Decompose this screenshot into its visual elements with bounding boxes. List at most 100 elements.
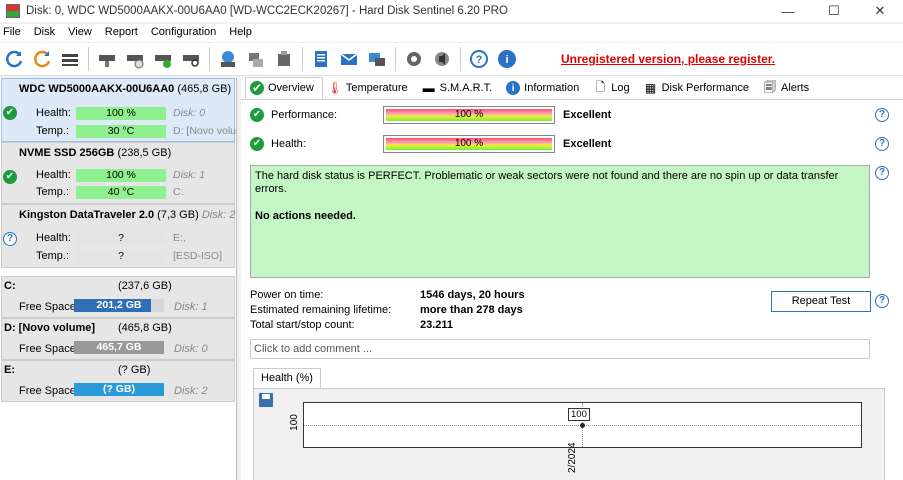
- comment-field[interactable]: Click to add comment ...: [250, 339, 870, 359]
- gear-icon[interactable]: [402, 47, 426, 71]
- tab-bar: ✔ Overview 🌡 Temperature ▬ S.M.A.R.T. i Info…: [245, 77, 818, 99]
- lifetime-row: Estimated remaining lifetime: more than …: [250, 304, 523, 316]
- startstop-row: Total start/stop count: 23.211: [250, 319, 454, 331]
- performance-help-icon[interactable]: ?: [875, 108, 889, 122]
- y-tick-label: 100: [288, 414, 300, 431]
- refresh-icon[interactable]: [2, 47, 26, 71]
- menu-help[interactable]: Help: [225, 24, 261, 42]
- ok-status-icon: ✔: [3, 106, 17, 120]
- register-link[interactable]: Unregistered version, please register.: [561, 52, 775, 66]
- health-value: Excellent: [563, 138, 612, 150]
- disk-settings-icon[interactable]: [151, 47, 175, 71]
- title-bar: Disk: 0, WDC WD5000AAKX-00U6AA0 [WD-WCC2…: [0, 0, 903, 22]
- health-row: ✔ Health: 100 % Excellent: [250, 135, 611, 153]
- disk-list-panel: WDC WD5000AAKX-00U6AA0 (465,8 GB) ✔ Heal…: [0, 78, 237, 480]
- menu-file[interactable]: File: [0, 24, 30, 42]
- thermometer-icon: 🌡: [327, 81, 343, 95]
- performance-bar: 100 %: [383, 106, 555, 124]
- repeat-test-button[interactable]: Repeat Test: [771, 291, 871, 312]
- volume-disk: Disk: 1: [174, 301, 208, 313]
- maximize-button[interactable]: ☐: [811, 0, 857, 22]
- free-space-bar: 465,7 GB: [74, 341, 164, 354]
- disk-list-icon[interactable]: [58, 47, 82, 71]
- actions-text: No actions needed.: [255, 210, 356, 222]
- repeat-help-icon[interactable]: ?: [875, 294, 889, 308]
- data-point: [580, 423, 585, 428]
- disk-schedule-icon[interactable]: [123, 47, 147, 71]
- volume-name: D: [Novo volume]: [4, 322, 96, 334]
- toolbar: ? i Unregistered version, please registe…: [0, 43, 903, 76]
- disk-test-icon[interactable]: [95, 47, 119, 71]
- check-icon: ✔: [250, 81, 264, 95]
- menu-configuration[interactable]: Configuration: [147, 24, 225, 42]
- sound-icon[interactable]: [430, 47, 454, 71]
- minimize-button[interactable]: —: [765, 0, 811, 22]
- ok-status-icon: ✔: [250, 137, 264, 151]
- health-row: Health: ? E:,: [36, 231, 186, 245]
- help-icon[interactable]: ?: [467, 47, 491, 71]
- tab-smart[interactable]: ▬ S.M.A.R.T.: [417, 77, 502, 99]
- toolbar-separator: [460, 47, 461, 71]
- status-help-icon[interactable]: ?: [875, 166, 889, 180]
- window-title: Disk: 0, WDC WD5000AAKX-00U6AA0 [WD-WCC2…: [26, 5, 508, 17]
- tab-log[interactable]: 🗋 Log: [588, 77, 638, 99]
- tab-information[interactable]: i Information: [501, 77, 588, 99]
- volume-size: (? GB): [118, 364, 151, 376]
- free-space-label: Free Space: [19, 385, 76, 397]
- globe-disk-icon[interactable]: [216, 47, 240, 71]
- disk-item-1[interactable]: NVME SSD 256GB (238,5 GB) ✔ Health: 100 …: [1, 142, 235, 204]
- email-icon[interactable]: [337, 47, 361, 71]
- menu-bar: File Disk View Report Configuration Help: [0, 24, 903, 42]
- menu-disk[interactable]: Disk: [30, 24, 64, 42]
- report-icon[interactable]: [309, 47, 333, 71]
- tab-disk-performance[interactable]: ▦ Disk Performance: [639, 77, 758, 99]
- temp-row: Temp.: 40 °C C:: [36, 185, 184, 199]
- health-help-icon[interactable]: ?: [875, 137, 889, 151]
- svg-text:i: i: [505, 54, 508, 66]
- dash-icon: ▬: [422, 81, 435, 95]
- close-button[interactable]: ✕: [857, 0, 903, 22]
- volume-item-d[interactable]: D: [Novo volume] (465,8 GB) Free Space 4…: [1, 318, 235, 360]
- disk-number: Disk: 1: [173, 169, 206, 181]
- tab-temperature[interactable]: 🌡 Temperature: [323, 77, 417, 99]
- tab-health-chart[interactable]: Health (%): [253, 368, 321, 388]
- disk-name: Kingston DataTraveler 2.0 (7,3 GB) Disk:…: [19, 209, 236, 221]
- ok-status-icon: ✔: [3, 170, 17, 184]
- status-text: The hard disk status is PERFECT. Problem…: [255, 170, 839, 195]
- free-space-label: Free Space: [19, 301, 76, 313]
- status-description: The hard disk status is PERFECT. Problem…: [250, 165, 870, 278]
- performance-value: Excellent: [563, 109, 612, 121]
- health-label: Health:: [271, 138, 306, 150]
- free-space-bar: 201,2 GB: [74, 299, 164, 312]
- network-disk-icon[interactable]: [244, 47, 268, 71]
- volume-name: [ESD-ISO]: [173, 250, 223, 262]
- volume-item-c[interactable]: C: (237,6 GB) Free Space 201,2 GB Disk: …: [1, 276, 235, 318]
- tab-overview[interactable]: ✔ Overview: [245, 77, 323, 99]
- free-space-label: Free Space: [19, 343, 76, 355]
- external-disk-icon[interactable]: [272, 47, 296, 71]
- unknown-status-icon: ?: [3, 232, 17, 246]
- tab-alerts[interactable]: 🗐 Alerts: [758, 77, 818, 99]
- disk-name: NVME SSD 256GB (238,5 GB): [19, 147, 172, 159]
- health-row: Health: 100 % Disk: 1: [36, 168, 206, 182]
- toolbar-separator: [209, 47, 210, 71]
- health-row: Health: 100 % Disk: 0: [36, 106, 206, 120]
- volume-size: (465,8 GB): [118, 322, 172, 334]
- refresh-all-icon[interactable]: [30, 47, 54, 71]
- info-icon: i: [506, 81, 521, 95]
- menu-report[interactable]: Report: [101, 24, 147, 42]
- volume-label: D: [Novo volu: [173, 125, 237, 137]
- volume-disk: Disk: 2: [174, 385, 208, 397]
- save-icon[interactable]: [259, 393, 273, 407]
- volume-label: C:: [173, 186, 184, 198]
- disk-name: WDC WD5000AAKX-00U6AA0 (465,8 GB): [19, 83, 232, 95]
- menu-view[interactable]: View: [64, 24, 101, 42]
- disk-item-2[interactable]: Kingston DataTraveler 2.0 (7,3 GB) Disk:…: [1, 204, 235, 268]
- send-report-icon[interactable]: [365, 47, 389, 71]
- info-icon[interactable]: i: [495, 47, 519, 71]
- volume-item-e[interactable]: E: (? GB) Free Space (? GB) Disk: 2: [1, 360, 235, 402]
- disk-item-0[interactable]: WDC WD5000AAKX-00U6AA0 (465,8 GB) ✔ Heal…: [1, 78, 237, 142]
- disk-search-icon[interactable]: [179, 47, 203, 71]
- volume-label: E:,: [173, 232, 186, 244]
- health-plot: 100: [303, 402, 862, 448]
